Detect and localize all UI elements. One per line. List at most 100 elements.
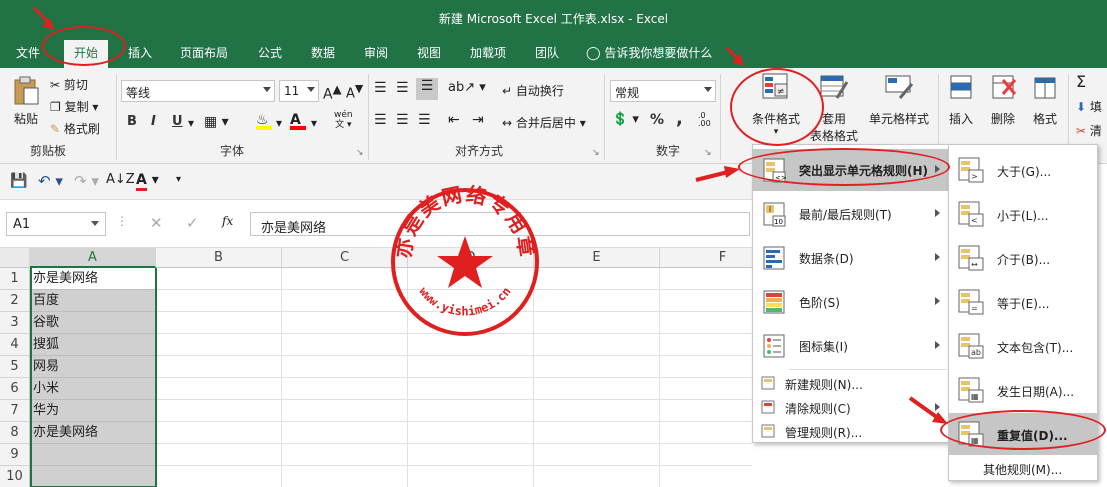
cell[interactable] xyxy=(156,268,282,290)
cell-styles-button[interactable]: 单元格样式 xyxy=(864,72,934,127)
font-name-select[interactable]: 等线 xyxy=(121,80,275,102)
fill-color-button[interactable]: ♨ xyxy=(256,112,272,130)
bold-button[interactable]: B xyxy=(127,114,137,129)
phonetic-button[interactable]: wén 文 ▾ xyxy=(334,110,353,130)
cell-a1[interactable]: 亦是美网络 xyxy=(30,268,156,290)
cell[interactable] xyxy=(156,334,282,356)
cell[interactable] xyxy=(408,400,534,422)
font-color-dropdown[interactable]: ▾ xyxy=(311,116,317,130)
cf-menu-item-2[interactable]: 10 最前/最后规则(T) xyxy=(753,193,951,235)
cell[interactable] xyxy=(282,466,408,487)
tab-formulas[interactable]: 公式 xyxy=(258,44,282,61)
autosum-icon[interactable]: Σ xyxy=(1076,72,1086,91)
cf-menu-item-4[interactable]: 色阶(S) xyxy=(753,281,951,323)
cut-button[interactable]: ✂ 剪切 xyxy=(50,76,88,93)
row-header-5[interactable]: 5 xyxy=(0,356,30,378)
cell[interactable] xyxy=(534,290,660,312)
underline-dropdown[interactable]: ▾ xyxy=(188,116,194,130)
save-icon[interactable]: 💾 xyxy=(10,173,27,189)
middle-align-button[interactable]: ☰ xyxy=(396,80,409,96)
font-size-select[interactable]: 11 xyxy=(279,80,319,102)
row-header-10[interactable]: 10 xyxy=(0,466,30,487)
submenu-item-1[interactable]: > 大于(G)... xyxy=(949,149,1097,191)
cell[interactable] xyxy=(282,356,408,378)
number-dialog-launcher[interactable]: ↘ xyxy=(704,148,712,158)
decrease-indent-button[interactable]: ⇤ xyxy=(448,112,460,128)
worksheet-grid[interactable]: A B C D E F 1亦是美网络2百度3谷歌4搜狐5网易6小米7华为8亦是美… xyxy=(0,248,752,487)
grow-font-button[interactable]: A▲ xyxy=(323,82,342,103)
wrap-text-button[interactable]: ↵ 自动换行 xyxy=(502,82,564,99)
cell[interactable] xyxy=(156,378,282,400)
tab-file[interactable]: 文件 xyxy=(16,44,40,61)
cell[interactable] xyxy=(534,422,660,444)
cell[interactable] xyxy=(534,334,660,356)
comma-button[interactable]: , xyxy=(676,108,683,129)
shrink-font-button[interactable]: A▼ xyxy=(346,82,363,101)
delete-cells-button[interactable]: 删除 xyxy=(986,72,1020,127)
orientation-button[interactable]: ab↗ ▾ xyxy=(448,80,486,95)
tab-review[interactable]: 审阅 xyxy=(364,44,388,61)
cell[interactable] xyxy=(282,378,408,400)
font-color-qat-icon[interactable]: A ▾ xyxy=(136,172,159,191)
align-left-button[interactable]: ☰ xyxy=(374,112,387,128)
cell-a5[interactable]: 网易 xyxy=(30,356,156,378)
cell[interactable] xyxy=(156,444,282,466)
cell[interactable] xyxy=(156,422,282,444)
cell[interactable] xyxy=(660,334,752,356)
submenu-item-4[interactable]: = 等于(E)... xyxy=(949,281,1097,323)
more-rules-item[interactable]: 其他规则(M)... xyxy=(949,457,1097,479)
number-format-select[interactable]: 常规 xyxy=(610,80,716,102)
bottom-align-button[interactable]: ☰ xyxy=(416,78,438,100)
row-header-4[interactable]: 4 xyxy=(0,334,30,356)
row-header-9[interactable]: 9 xyxy=(0,444,30,466)
submenu-item-3[interactable]: ↔ 介于(B)... xyxy=(949,237,1097,279)
submenu-item-5[interactable]: ab 文本包含(T)... xyxy=(949,325,1097,367)
cell[interactable] xyxy=(282,444,408,466)
copy-button[interactable]: ❐ 复制 ▾ xyxy=(50,98,98,115)
cell[interactable] xyxy=(534,268,660,290)
alignment-dialog-launcher[interactable]: ↘ xyxy=(592,148,600,158)
font-dialog-launcher[interactable]: ↘ xyxy=(356,148,364,158)
cell[interactable] xyxy=(660,356,752,378)
cf-menu-item-5[interactable]: 图标集(I) xyxy=(753,325,951,367)
insert-function-icon[interactable]: fx xyxy=(222,214,233,228)
underline-button[interactable]: U xyxy=(172,114,183,129)
select-all-corner[interactable] xyxy=(0,248,30,268)
cell[interactable] xyxy=(660,422,752,444)
redo-icon[interactable]: ↷ ▾ xyxy=(74,172,99,190)
cell[interactable] xyxy=(660,290,752,312)
undo-icon[interactable]: ↶ ▾ xyxy=(38,172,63,190)
fill-button[interactable]: ⬇ 填 xyxy=(1076,98,1102,115)
italic-button[interactable]: I xyxy=(151,114,156,129)
row-header-6[interactable]: 6 xyxy=(0,378,30,400)
cell[interactable] xyxy=(282,400,408,422)
column-header-a[interactable]: A xyxy=(30,248,156,268)
align-center-button[interactable]: ☰ xyxy=(396,112,409,128)
clear-button[interactable]: ✂ 清 xyxy=(1076,122,1102,139)
percent-button[interactable]: % xyxy=(650,112,664,128)
cell[interactable] xyxy=(156,356,282,378)
cell[interactable] xyxy=(156,400,282,422)
format-cells-button[interactable]: 格式 xyxy=(1028,72,1062,127)
cell[interactable] xyxy=(660,400,752,422)
font-color-button[interactable]: A xyxy=(290,112,306,130)
cell[interactable] xyxy=(660,444,752,466)
cell[interactable] xyxy=(534,378,660,400)
cell[interactable] xyxy=(156,312,282,334)
sort-ascending-icon[interactable]: A↓Z xyxy=(106,172,135,187)
cell[interactable] xyxy=(660,268,752,290)
cell-a9[interactable] xyxy=(30,444,156,466)
accounting-button[interactable]: 💲 ▾ xyxy=(612,112,639,127)
fill-color-dropdown[interactable]: ▾ xyxy=(276,116,282,130)
merge-center-button[interactable]: ↔ 合并后居中 ▾ xyxy=(502,114,586,131)
row-header-8[interactable]: 8 xyxy=(0,422,30,444)
column-header-b[interactable]: B xyxy=(156,248,282,268)
row-header-2[interactable]: 2 xyxy=(0,290,30,312)
row-header-7[interactable]: 7 xyxy=(0,400,30,422)
cell-a7[interactable]: 华为 xyxy=(30,400,156,422)
customize-qat-icon[interactable]: ▾ xyxy=(176,174,181,185)
align-right-button[interactable]: ☰ xyxy=(418,112,431,128)
cf-menu-small-item-1[interactable]: 新建规则(N)... xyxy=(753,371,951,395)
cell[interactable] xyxy=(534,466,660,487)
cell[interactable] xyxy=(534,400,660,422)
